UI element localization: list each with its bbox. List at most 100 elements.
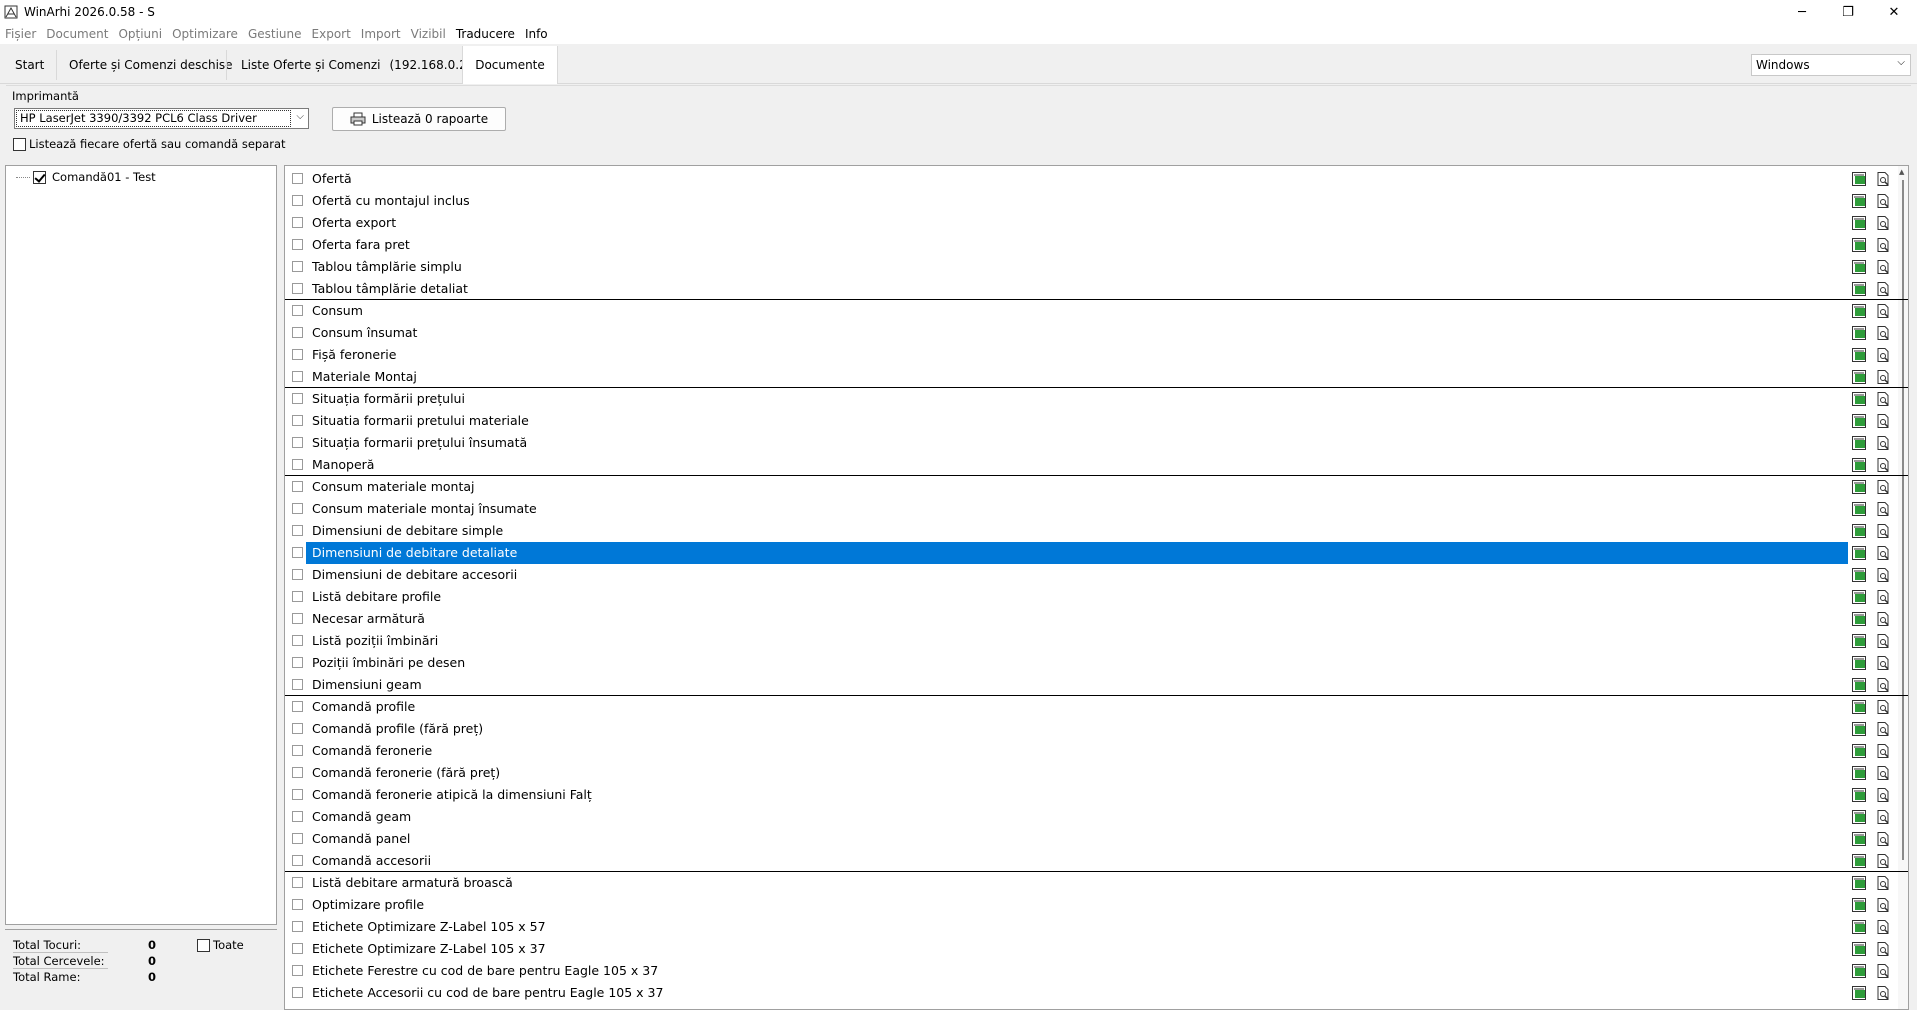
print-preview-icon[interactable] bbox=[1875, 985, 1891, 1001]
document-row[interactable]: Situatia formarii pretului materiale bbox=[285, 410, 1908, 432]
document-row[interactable]: Ofertă cu montajul inclus bbox=[285, 190, 1908, 212]
document-label[interactable]: Tablou tâmplărie detaliat bbox=[306, 278, 1848, 300]
print-preview-icon[interactable] bbox=[1875, 589, 1891, 605]
document-checkbox[interactable] bbox=[292, 943, 303, 954]
export-excel-icon[interactable] bbox=[1851, 325, 1867, 341]
print-preview-icon[interactable] bbox=[1875, 809, 1891, 825]
document-label[interactable]: Etichete Ferestre cu cod de bare pentru … bbox=[306, 960, 1848, 982]
print-preview-icon[interactable] bbox=[1875, 259, 1891, 275]
document-checkbox[interactable] bbox=[292, 679, 303, 690]
document-label[interactable]: Comandă panel bbox=[306, 828, 1848, 850]
export-excel-icon[interactable] bbox=[1851, 523, 1867, 539]
document-checkbox[interactable] bbox=[292, 371, 303, 382]
document-label[interactable]: Listă poziții îmbinări bbox=[306, 630, 1848, 652]
export-excel-icon[interactable] bbox=[1851, 457, 1867, 473]
export-excel-icon[interactable] bbox=[1851, 215, 1867, 231]
document-row[interactable]: Comandă geam bbox=[285, 806, 1908, 828]
document-label[interactable]: Dimensiuni de debitare simple bbox=[306, 520, 1848, 542]
menu-traducere[interactable]: Traducere bbox=[453, 27, 522, 41]
document-label[interactable]: Consum bbox=[306, 300, 1848, 322]
document-row[interactable]: Listă poziții îmbinări bbox=[285, 630, 1908, 652]
document-checkbox[interactable] bbox=[292, 173, 303, 184]
document-checkbox[interactable] bbox=[292, 811, 303, 822]
tab-list-offers[interactable]: Liste Oferte și Comenzi (192.168.0.213) bbox=[233, 46, 495, 84]
document-label[interactable]: Situația formarii prețului însumată bbox=[306, 432, 1848, 454]
document-label[interactable]: Comandă feronerie (fără preț) bbox=[306, 762, 1848, 784]
document-checkbox[interactable] bbox=[292, 877, 303, 888]
close-button[interactable]: ✕ bbox=[1871, 0, 1917, 24]
export-excel-icon[interactable] bbox=[1851, 281, 1867, 297]
document-row[interactable]: Etichete Optimizare Z-Label 105 x 57 bbox=[285, 916, 1908, 938]
document-checkbox[interactable] bbox=[292, 613, 303, 624]
document-label[interactable]: Ofertă bbox=[306, 168, 1848, 190]
document-label[interactable]: Materiale Montaj bbox=[306, 366, 1848, 388]
print-preview-icon[interactable] bbox=[1875, 281, 1891, 297]
print-preview-icon[interactable] bbox=[1875, 193, 1891, 209]
document-checkbox[interactable] bbox=[292, 789, 303, 800]
export-excel-icon[interactable] bbox=[1851, 193, 1867, 209]
document-label[interactable]: Situația formării prețului bbox=[306, 388, 1848, 410]
print-preview-icon[interactable] bbox=[1875, 523, 1891, 539]
document-checkbox[interactable] bbox=[292, 899, 303, 910]
document-row[interactable]: Optimizare profile bbox=[285, 894, 1908, 916]
tree-item-checkbox[interactable] bbox=[33, 170, 46, 184]
export-excel-icon[interactable] bbox=[1851, 391, 1867, 407]
print-preview-icon[interactable] bbox=[1875, 853, 1891, 869]
print-preview-icon[interactable] bbox=[1875, 413, 1891, 429]
document-row[interactable]: Dimensiuni de debitare detaliate bbox=[285, 542, 1908, 564]
maximize-button[interactable]: ❐ bbox=[1825, 0, 1871, 24]
document-checkbox[interactable] bbox=[292, 965, 303, 976]
document-checkbox[interactable] bbox=[292, 327, 303, 338]
document-row[interactable]: Listă debitare armatură broască bbox=[285, 872, 1908, 894]
document-checkbox[interactable] bbox=[292, 393, 303, 404]
export-excel-icon[interactable] bbox=[1851, 875, 1867, 891]
export-excel-icon[interactable] bbox=[1851, 589, 1867, 605]
export-excel-icon[interactable] bbox=[1851, 567, 1867, 583]
print-preview-icon[interactable] bbox=[1875, 501, 1891, 517]
document-label[interactable]: Ofertă cu montajul inclus bbox=[306, 190, 1848, 212]
document-checkbox[interactable] bbox=[292, 591, 303, 602]
export-excel-icon[interactable] bbox=[1851, 765, 1867, 781]
document-row[interactable]: Comandă panel bbox=[285, 828, 1908, 850]
document-label[interactable]: Consum însumat bbox=[306, 322, 1848, 344]
print-preview-icon[interactable] bbox=[1875, 677, 1891, 693]
document-row[interactable]: Dimensiuni de debitare simple bbox=[285, 520, 1908, 542]
document-checkbox[interactable] bbox=[292, 569, 303, 580]
menu-import[interactable]: Import bbox=[358, 27, 408, 41]
export-excel-icon[interactable] bbox=[1851, 743, 1867, 759]
print-preview-icon[interactable] bbox=[1875, 655, 1891, 671]
document-label[interactable]: Poziții îmbinări pe desen bbox=[306, 652, 1848, 674]
print-preview-icon[interactable] bbox=[1875, 875, 1891, 891]
export-excel-icon[interactable] bbox=[1851, 611, 1867, 627]
document-checkbox[interactable] bbox=[292, 349, 303, 360]
print-preview-icon[interactable] bbox=[1875, 457, 1891, 473]
print-preview-icon[interactable] bbox=[1875, 743, 1891, 759]
document-row[interactable]: Etichete Accesorii cu cod de bare pentru… bbox=[285, 982, 1908, 1004]
document-label[interactable]: Etichete Optimizare Z-Label 105 x 57 bbox=[306, 916, 1848, 938]
document-label[interactable]: Dimensiuni de debitare accesorii bbox=[306, 564, 1848, 586]
document-checkbox[interactable] bbox=[292, 701, 303, 712]
document-label[interactable]: Comandă feronerie atipică la dimensiuni … bbox=[306, 784, 1848, 806]
document-checkbox[interactable] bbox=[292, 547, 303, 558]
document-label[interactable]: Necesar armătură bbox=[306, 608, 1848, 630]
menu-optimizare[interactable]: Optimizare bbox=[169, 27, 245, 41]
print-preview-icon[interactable] bbox=[1875, 721, 1891, 737]
menu-vizibil[interactable]: Vizibil bbox=[408, 27, 453, 41]
document-checkbox[interactable] bbox=[292, 855, 303, 866]
document-label[interactable]: Comandă geam bbox=[306, 806, 1848, 828]
document-label[interactable]: Etichete Optimizare Z-Label 105 x 37 bbox=[306, 938, 1848, 960]
print-preview-icon[interactable] bbox=[1875, 831, 1891, 847]
document-label[interactable]: Optimizare profile bbox=[306, 894, 1848, 916]
document-label[interactable]: Etichete Accesorii cu cod de bare pentru… bbox=[306, 982, 1848, 1004]
document-label[interactable]: Dimensiuni de debitare detaliate bbox=[306, 542, 1848, 564]
document-checkbox[interactable] bbox=[292, 635, 303, 646]
document-checkbox[interactable] bbox=[292, 305, 303, 316]
export-excel-icon[interactable] bbox=[1851, 963, 1867, 979]
tab-open-offers[interactable]: Oferte și Comenzi deschise bbox=[61, 46, 241, 84]
menu-fisier[interactable]: Fișier bbox=[2, 27, 43, 41]
document-checkbox[interactable] bbox=[292, 415, 303, 426]
document-row[interactable]: Dimensiuni geam bbox=[285, 674, 1908, 696]
export-excel-icon[interactable] bbox=[1851, 259, 1867, 275]
export-excel-icon[interactable] bbox=[1851, 897, 1867, 913]
document-checkbox[interactable] bbox=[292, 921, 303, 932]
